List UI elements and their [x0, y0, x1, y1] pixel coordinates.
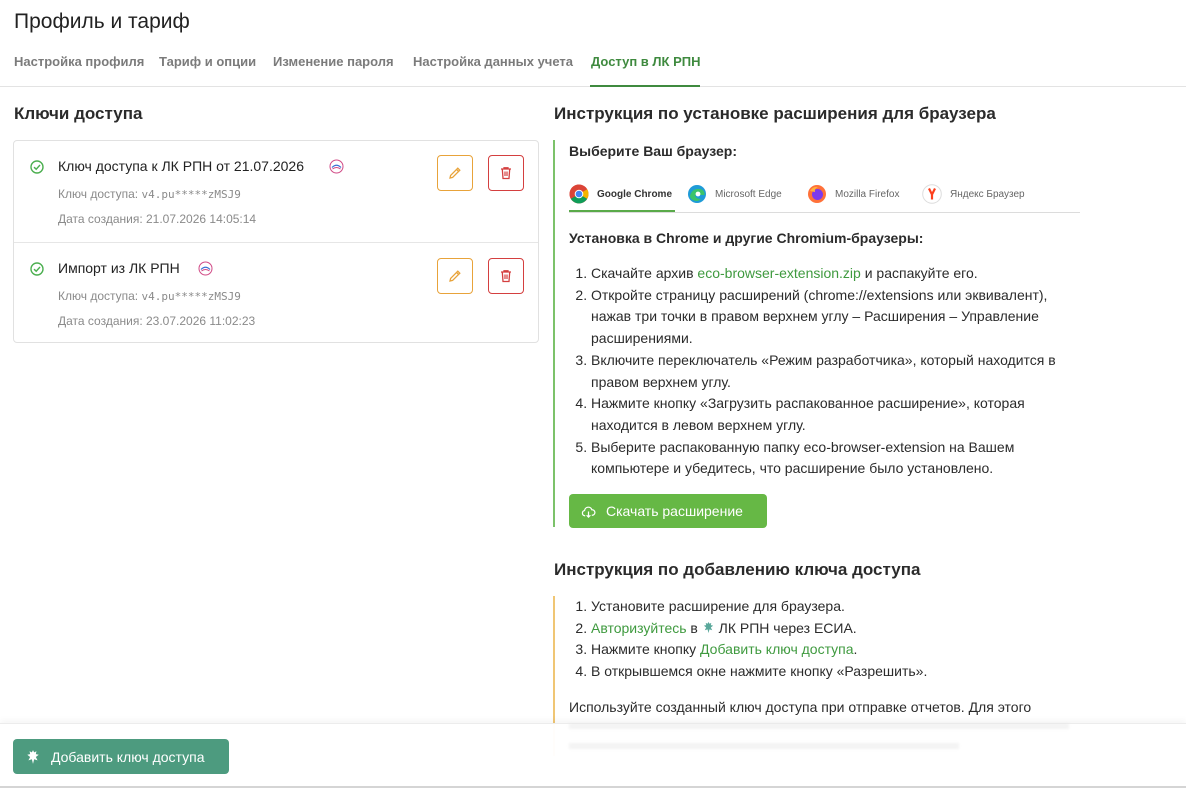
browser-label: Microsoft Edge — [715, 188, 782, 200]
add-key-step: Нажмите кнопку Добавить ключ доступа. — [591, 639, 1079, 661]
browser-tab-chrome[interactable]: Google Chrome — [569, 176, 672, 212]
choose-browser-label: Выберите Ваш браузер: — [569, 143, 738, 159]
add-key-step: В открывшемся окне нажмите кнопку «Разре… — [591, 661, 1079, 683]
delete-key-button[interactable] — [488, 155, 524, 191]
key-title: Импорт из ЛК РПН — [58, 260, 180, 276]
profile-tabs: Настройка профиля Тариф и опции Изменени… — [0, 44, 1186, 87]
edge-icon — [688, 185, 706, 203]
tab-password[interactable]: Изменение пароля — [273, 54, 394, 69]
install-step: Выберите распакованную папку eco-browser… — [591, 437, 1079, 480]
add-access-key-label: Добавить ключ доступа — [51, 748, 205, 765]
install-step: Откройте страницу расширений (chrome://e… — [591, 285, 1079, 350]
page-title: Профиль и тариф — [14, 10, 190, 33]
emblem-icon — [27, 749, 39, 764]
step-text: Скачайте архив — [591, 265, 698, 281]
step-text: ЛК РПН через ЕСИА. — [714, 619, 857, 636]
install-step: Нажмите кнопку «Загрузить распакованное … — [591, 393, 1079, 436]
delete-key-button[interactable] — [488, 258, 524, 294]
key-label: Ключ доступа: — [58, 289, 139, 303]
keys-list: Ключ доступа к ЛК РПН от 21.07.2026 Ключ… — [13, 140, 539, 343]
pencil-icon — [449, 270, 461, 282]
add-key-steps: Установите расширение для браузера. Авто… — [569, 596, 1079, 683]
add-key-link[interactable]: Добавить ключ доступа — [700, 641, 853, 657]
key-title: Ключ доступа к ЛК РПН от 21.07.2026 — [58, 158, 304, 174]
browser-label: Яндекс Браузер — [950, 188, 1025, 200]
key-item: Ключ доступа к ЛК РПН от 21.07.2026 Ключ… — [14, 141, 538, 242]
install-heading: Инструкция по установке расширения для б… — [554, 104, 996, 123]
browser-label: Mozilla Firefox — [835, 188, 900, 200]
browser-label: Google Chrome — [597, 188, 673, 200]
key-item: Импорт из ЛК РПН Ключ доступа: v4.pu****… — [14, 242, 538, 343]
download-extension-label: Скачать расширение — [606, 503, 743, 519]
key-masked-value: v4.pu*****zMSJ9 — [141, 188, 241, 201]
step-text: и распакуйте его. — [860, 265, 978, 281]
key-masked-value: v4.pu*****zMSJ9 — [141, 290, 241, 303]
add-key-step: Установите расширение для браузера. — [591, 596, 1079, 618]
browser-tabs: Google Chrome Microsoft Edge Mozilla Fir… — [569, 170, 1080, 213]
faded-text — [569, 743, 959, 749]
tab-profile-settings[interactable]: Настройка профиля — [14, 54, 144, 69]
key-created: Дата создания: 23.07.2026 11:02:23 — [58, 314, 255, 328]
install-steps: Скачайте архив eco-browser-extension.zip… — [569, 263, 1079, 480]
edit-key-button[interactable] — [437, 258, 473, 294]
rpn-logo-icon — [198, 261, 213, 276]
check-circle-icon — [30, 262, 44, 276]
chrome-icon — [569, 184, 589, 204]
check-circle-icon — [30, 160, 44, 174]
firefox-icon — [808, 185, 826, 203]
browser-tab-firefox[interactable]: Mozilla Firefox — [807, 176, 899, 212]
faded-text — [569, 723, 1069, 735]
trash-icon — [501, 270, 511, 283]
add-key-step: Авторизуйтесь в ЛК РПН через ЕСИА. — [591, 618, 1079, 640]
usage-text: Используйте созданный ключ доступа при о… — [569, 699, 1032, 715]
tab-accounting-data[interactable]: Настройка данных учета — [413, 54, 573, 69]
trash-icon — [501, 167, 511, 180]
browser-tab-edge[interactable]: Microsoft Edge — [687, 176, 782, 212]
install-step: Включите переключатель «Режим разработчи… — [591, 350, 1079, 393]
created-label: Дата создания: — [58, 212, 143, 226]
pencil-icon — [449, 167, 461, 179]
step-text: в — [686, 619, 702, 636]
keys-heading: Ключи доступа — [14, 104, 143, 123]
key-label: Ключ доступа: — [58, 187, 139, 201]
add-access-key-button[interactable]: Добавить ключ доступа — [13, 739, 229, 774]
active-browser-indicator — [569, 210, 675, 212]
download-zip-link[interactable]: eco-browser-extension.zip — [697, 265, 860, 281]
install-step: Скачайте архив eco-browser-extension.zip… — [591, 263, 1079, 285]
key-value: Ключ доступа: v4.pu*****zMSJ9 — [58, 289, 241, 303]
key-value: Ключ доступа: v4.pu*****zMSJ9 — [58, 187, 241, 201]
created-date: 23.07.2026 11:02:23 — [146, 314, 256, 328]
tab-tariff[interactable]: Тариф и опции — [159, 54, 256, 69]
install-panel-border — [553, 140, 555, 527]
tab-rpn-access[interactable]: Доступ в ЛК РПН — [591, 54, 700, 69]
install-subheading: Установка в Chrome и другие Chromium-бра… — [569, 230, 924, 246]
rpn-logo-icon — [329, 159, 344, 174]
yandex-icon — [922, 184, 942, 204]
step-text: . — [853, 641, 858, 658]
add-key-heading: Инструкция по добавлению ключа доступа — [554, 560, 921, 579]
browser-tab-yandex[interactable]: Яндекс Браузер — [922, 176, 1025, 212]
cloud-download-icon — [581, 506, 596, 518]
bottom-action-bar: Добавить ключ доступа — [0, 723, 1186, 788]
download-extension-button[interactable]: Скачать расширение — [569, 494, 767, 528]
key-created: Дата создания: 21.07.2026 14:05:14 — [58, 212, 256, 226]
authorize-link[interactable]: Авторизуйтесь — [591, 620, 687, 636]
edit-key-button[interactable] — [437, 155, 473, 191]
step-text: Нажмите кнопку — [591, 641, 701, 658]
active-tab-indicator — [590, 85, 700, 87]
created-label: Дата создания: — [58, 314, 143, 328]
emblem-icon — [703, 621, 713, 633]
created-date: 21.07.2026 14:05:14 — [146, 212, 257, 226]
